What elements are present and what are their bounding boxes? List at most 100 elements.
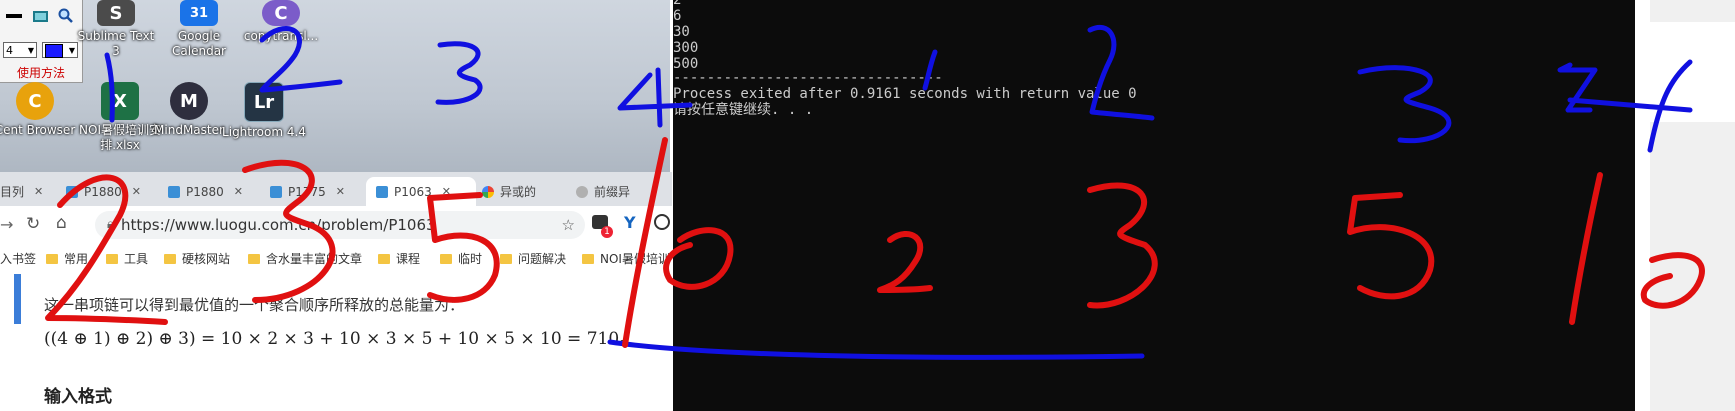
calendar-icon: 31 bbox=[180, 0, 218, 26]
site-icon bbox=[576, 185, 588, 198]
url-field[interactable]: 🔒︎ https://www.luogu.com.cn/problem/P106… bbox=[95, 211, 585, 239]
extension-y-icon[interactable]: Y bbox=[624, 213, 636, 232]
console-window: 2 6 30 300 500 -------------------------… bbox=[673, 0, 1635, 411]
luogu-icon bbox=[66, 185, 78, 198]
bookmark-folder[interactable]: 问题解决 bbox=[500, 250, 566, 267]
bookmark-label: 常用 bbox=[64, 252, 89, 266]
bookmark-label: 工具 bbox=[124, 252, 149, 266]
close-icon[interactable]: ✕ bbox=[336, 185, 345, 198]
desktop-icon-label: Sublime Text 3 bbox=[77, 29, 155, 58]
tab-active[interactable]: P1063 ✕ bbox=[366, 177, 476, 206]
desktop-icon-lightroom[interactable]: Lr Lightroom 4.4 bbox=[221, 82, 307, 140]
desktop-icon-sublime[interactable]: S Sublime Text 3 bbox=[73, 0, 159, 59]
mindmaster-icon: M bbox=[170, 82, 208, 120]
desktop-icon-google-calendar[interactable]: 31 Google Calendar bbox=[156, 0, 242, 59]
luogu-icon bbox=[270, 185, 282, 198]
tab-item[interactable]: P1880 ✕ bbox=[162, 177, 260, 206]
folder-icon bbox=[500, 253, 512, 264]
desktop-icon-copytrans[interactable]: C copytransl... bbox=[238, 0, 324, 44]
console-line: 30 bbox=[673, 24, 690, 40]
tab-item[interactable]: P1880 ✕ bbox=[60, 177, 158, 206]
lightroom-icon: Lr bbox=[244, 82, 284, 122]
tab-label: P1880 bbox=[84, 184, 122, 199]
chevron-down-icon: ▼ bbox=[27, 46, 34, 55]
bookmark-folder[interactable]: 临时 bbox=[440, 250, 482, 267]
bookmark-label: 问题解决 bbox=[518, 252, 567, 266]
bookmark-item[interactable]: 入书签 bbox=[0, 250, 36, 267]
annotation-toolbox: 4 ▼ ▼ 使用方法 bbox=[0, 0, 83, 83]
star-icon[interactable]: ☆ bbox=[562, 211, 575, 239]
desktop-icon-cent-browser[interactable]: C Cent Browser bbox=[0, 82, 78, 138]
screen-tool-button[interactable] bbox=[29, 6, 51, 26]
excel-icon: X bbox=[101, 82, 139, 120]
luogu-icon bbox=[168, 185, 180, 198]
tab-item[interactable]: 异或的 bbox=[478, 177, 574, 206]
pen-size-value: 4 bbox=[6, 44, 13, 57]
bookmark-folder[interactable]: NOI暑假培训 bbox=[582, 250, 670, 267]
pen-size-select[interactable]: 4 ▼ bbox=[3, 42, 37, 58]
console-line: Process exited after 0.9161 seconds with… bbox=[673, 86, 1137, 102]
folder-icon bbox=[106, 253, 118, 264]
section-heading: 输入格式 bbox=[44, 387, 112, 407]
notification-badge: 1 bbox=[601, 226, 613, 238]
desktop-icon-label: Cent Browser bbox=[0, 123, 76, 137]
url-text: https://www.luogu.com.cn/problem/P1063 bbox=[121, 216, 436, 234]
bookmark-label: 课程 bbox=[396, 252, 421, 266]
desktop-background: 4 ▼ ▼ 使用方法 S Sublime Text 3 31 Google Ca… bbox=[0, 0, 670, 172]
folder-icon bbox=[582, 253, 594, 264]
close-icon[interactable]: ✕ bbox=[132, 185, 141, 198]
desktop-icon-label: copytransl... bbox=[243, 29, 319, 43]
bookmark-folder[interactable]: 含水量丰富的文章 bbox=[248, 250, 362, 267]
bookmark-folder[interactable]: 常用 bbox=[46, 250, 88, 267]
magnifier-icon bbox=[58, 8, 73, 23]
pen-icon bbox=[6, 14, 22, 18]
console-line: 请按任意键继续. . . bbox=[673, 102, 814, 118]
tab-item[interactable]: 前缀异 bbox=[570, 177, 676, 206]
tab-label: 目列 bbox=[0, 185, 25, 199]
folder-icon bbox=[164, 253, 176, 264]
reload-icon[interactable]: ↻ bbox=[26, 214, 40, 234]
content-accent-bar bbox=[14, 274, 21, 324]
tab-label: P1880 bbox=[186, 184, 224, 199]
folder-icon bbox=[46, 253, 58, 264]
console-separator: -------------------------------- bbox=[673, 70, 943, 86]
bookmark-label: 硬核网站 bbox=[182, 252, 231, 266]
background-window-panel bbox=[1650, 22, 1735, 122]
folder-icon bbox=[248, 253, 260, 264]
usage-link[interactable]: 使用方法 bbox=[0, 64, 82, 81]
address-bar-row: → ↻ ⌂ 🔒︎ https://www.luogu.com.cn/proble… bbox=[0, 206, 672, 244]
tab-label: 异或的 bbox=[500, 185, 537, 199]
bookmarks-bar: 入书签 常用 工具 硬核网站 含水量丰富的文章 课程 临时 问题解决 NOI暑假… bbox=[0, 244, 672, 275]
tab-label: P1063 bbox=[394, 184, 432, 199]
close-icon[interactable]: ✕ bbox=[34, 185, 43, 198]
forward-icon[interactable]: → bbox=[0, 215, 13, 234]
bookmark-label: 入书签 bbox=[0, 252, 37, 266]
extension-c-icon[interactable] bbox=[654, 214, 670, 230]
tab-strip: 目列 ✕ P1880 ✕ P1880 ✕ P1775 ✕ P1063 ✕ 异或的 bbox=[0, 172, 672, 206]
background-window bbox=[1650, 0, 1735, 411]
sublime-icon: S bbox=[97, 0, 135, 26]
monitor-icon bbox=[32, 10, 48, 22]
console-line: 300 bbox=[673, 40, 699, 56]
bookmark-folder[interactable]: 课程 bbox=[378, 250, 420, 267]
lock-icon: 🔒︎ bbox=[107, 217, 114, 232]
bookmark-folder[interactable]: 工具 bbox=[106, 250, 148, 267]
bookmark-label: NOI暑假培训 bbox=[600, 252, 670, 266]
pen-tool-button[interactable] bbox=[3, 6, 25, 26]
close-icon[interactable]: ✕ bbox=[234, 185, 243, 198]
tab-item[interactable]: 目列 ✕ bbox=[0, 177, 48, 206]
page-content: 这一串项链可以得到最优值的一个聚合顺序所释放的总能量为： ((4 ⊕ 1) ⊕ … bbox=[0, 274, 672, 411]
bookmark-label: 临时 bbox=[458, 252, 483, 266]
luogu-icon bbox=[376, 185, 388, 198]
console-line: 2 bbox=[673, 0, 682, 8]
tab-label: P1775 bbox=[288, 184, 326, 199]
close-icon[interactable]: ✕ bbox=[442, 185, 451, 198]
color-swatch bbox=[45, 44, 63, 58]
tab-label: 前缀异 bbox=[594, 185, 631, 199]
folder-icon bbox=[378, 253, 390, 264]
home-icon[interactable]: ⌂ bbox=[56, 213, 67, 233]
bookmark-folder[interactable]: 硬核网站 bbox=[164, 250, 230, 267]
tab-item[interactable]: P1775 ✕ bbox=[264, 177, 362, 206]
bookmark-label: 含水量丰富的文章 bbox=[266, 252, 363, 266]
copytrans-icon: C bbox=[262, 0, 300, 26]
